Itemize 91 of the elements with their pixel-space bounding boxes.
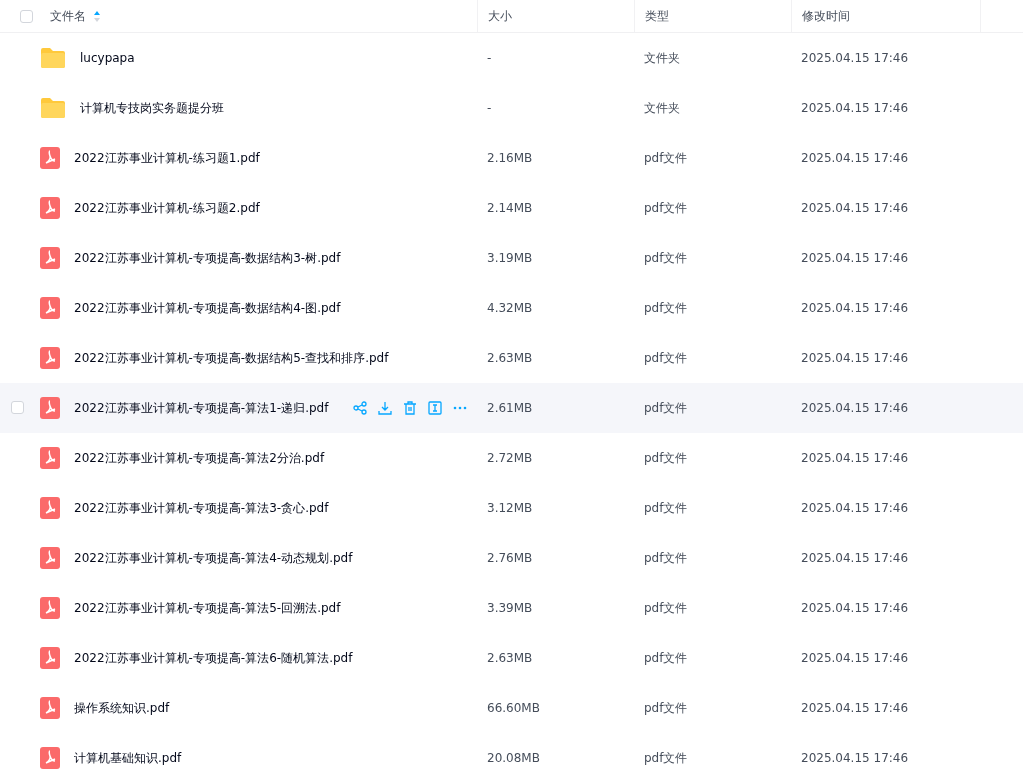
pdf-file-icon — [40, 747, 60, 769]
column-header[interactable]: 文件名 — [50, 7, 86, 25]
file-type: pdf文件 — [643, 599, 689, 617]
file-name[interactable]: 计算机专技岗实务题提分班 — [80, 99, 224, 117]
file-type: pdf文件 — [643, 649, 689, 667]
share-icon[interactable] — [353, 401, 367, 415]
column-header-cell[interactable]: 文件名 — [40, 0, 477, 32]
file-type: pdf文件 — [643, 549, 689, 567]
file-name[interactable]: 2022江苏事业计算机-专项提高-数据结构3-树.pdf — [74, 249, 341, 267]
column-header[interactable]: 类型 — [645, 7, 669, 25]
file-type: pdf文件 — [643, 499, 689, 517]
modified-time: 2025.04.15 17:46 — [800, 501, 910, 515]
modified-time: 2025.04.15 17:46 — [800, 251, 910, 265]
file-size: 2.61MB — [486, 401, 534, 415]
column-header[interactable]: 修改时间 — [802, 7, 850, 25]
pdf-file-icon — [40, 147, 60, 169]
file-size: 66.60MB — [486, 701, 541, 715]
file-name[interactable]: 2022江苏事业计算机-专项提高-数据结构4-图.pdf — [74, 299, 341, 317]
modified-time: 2025.04.15 17:46 — [800, 351, 910, 365]
modified-time: 2025.04.15 17:46 — [800, 651, 910, 665]
file-size: 4.32MB — [486, 301, 534, 315]
file-type: pdf文件 — [643, 249, 689, 267]
select-all-checkbox[interactable] — [20, 9, 33, 23]
modified-time: 2025.04.15 17:46 — [800, 101, 910, 115]
file-type: pdf文件 — [643, 749, 689, 767]
file-name[interactable]: 计算机基础知识.pdf — [74, 749, 182, 767]
file-type: pdf文件 — [643, 399, 689, 417]
file-size: 3.12MB — [486, 501, 534, 515]
file-name[interactable]: 2022江苏事业计算机-专项提高-数据结构5-查找和排序.pdf — [74, 349, 389, 367]
download-icon[interactable] — [378, 401, 392, 415]
file-size: 2.16MB — [486, 151, 534, 165]
file-name[interactable]: 2022江苏事业计算机-练习题2.pdf — [74, 199, 260, 217]
file-type: pdf文件 — [643, 199, 689, 217]
pdf-file-icon — [40, 397, 60, 419]
pdf-file-icon — [40, 247, 60, 269]
file-type: pdf文件 — [643, 149, 689, 167]
file-name[interactable]: 2022江苏事业计算机-专项提高-算法5-回溯法.pdf — [74, 599, 341, 617]
file-name[interactable]: lucypapa — [80, 51, 135, 65]
folder-icon — [40, 97, 66, 119]
pdf-file-icon — [40, 447, 60, 469]
file-type: pdf文件 — [643, 699, 689, 717]
file-size: 2.72MB — [486, 451, 534, 465]
modified-time: 2025.04.15 17:46 — [800, 451, 910, 465]
modified-time: 2025.04.15 17:46 — [800, 51, 910, 65]
file-size: 3.39MB — [486, 601, 534, 615]
file-name[interactable]: 2022江苏事业计算机-专项提高-算法6-随机算法.pdf — [74, 649, 353, 667]
modified-time: 2025.04.15 17:46 — [800, 151, 910, 165]
file-type: pdf文件 — [643, 349, 689, 367]
column-header[interactable]: 大小 — [488, 7, 512, 25]
file-size: 2.63MB — [486, 351, 534, 365]
file-name[interactable]: 2022江苏事业计算机-专项提高-算法3-贪心.pdf — [74, 499, 329, 517]
pdf-file-icon — [40, 547, 60, 569]
file-size: 2.76MB — [486, 551, 534, 565]
pdf-file-icon — [40, 697, 60, 719]
file-name[interactable]: 2022江苏事业计算机-专项提高-算法1-递归.pdf — [74, 399, 329, 417]
pdf-file-icon — [40, 647, 60, 669]
sort-icon[interactable] — [94, 10, 100, 22]
file-size: - — [486, 101, 493, 115]
delete-icon[interactable] — [403, 401, 417, 415]
modified-time: 2025.04.15 17:46 — [800, 701, 910, 715]
file-size: - — [486, 51, 493, 65]
file-type: 文件夹 — [643, 49, 681, 67]
modified-time: 2025.04.15 17:46 — [800, 401, 910, 415]
column-header-cell[interactable]: 类型 — [634, 0, 791, 32]
file-size: 3.19MB — [486, 251, 534, 265]
file-name[interactable]: 2022江苏事业计算机-练习题1.pdf — [74, 149, 260, 167]
pdf-file-icon — [40, 197, 60, 219]
pdf-file-icon — [40, 497, 60, 519]
file-name[interactable]: 2022江苏事业计算机-专项提高-算法2分治.pdf — [74, 449, 325, 467]
file-name[interactable]: 操作系统知识.pdf — [74, 699, 170, 717]
file-size: 20.08MB — [486, 751, 541, 765]
modified-time: 2025.04.15 17:46 — [800, 551, 910, 565]
rename-icon[interactable] — [428, 401, 442, 415]
modified-time: 2025.04.15 17:46 — [800, 301, 910, 315]
column-header-cell[interactable]: 大小 — [477, 0, 634, 32]
folder-icon — [40, 47, 66, 69]
file-size: 2.14MB — [486, 201, 534, 215]
file-row[interactable]: 2022江苏事业计算机-专项提高-算法1-递归.pdf 2.61MB pdf文件 2025.04.15 17:46 — [0, 383, 1023, 433]
file-size: 2.63MB — [486, 651, 534, 665]
column-header-cell[interactable]: 修改时间 — [791, 0, 980, 32]
file-type: pdf文件 — [643, 449, 689, 467]
modified-time: 2025.04.15 17:46 — [800, 201, 910, 215]
file-type: 文件夹 — [643, 99, 681, 117]
modified-time: 2025.04.15 17:46 — [800, 601, 910, 615]
file-name[interactable]: 2022江苏事业计算机-专项提高-算法4-动态规划.pdf — [74, 549, 353, 567]
pdf-file-icon — [40, 297, 60, 319]
row-checkbox[interactable] — [11, 400, 24, 414]
pdf-file-icon — [40, 597, 60, 619]
modified-time: 2025.04.15 17:46 — [800, 751, 910, 765]
file-type: pdf文件 — [643, 299, 689, 317]
pdf-file-icon — [40, 347, 60, 369]
